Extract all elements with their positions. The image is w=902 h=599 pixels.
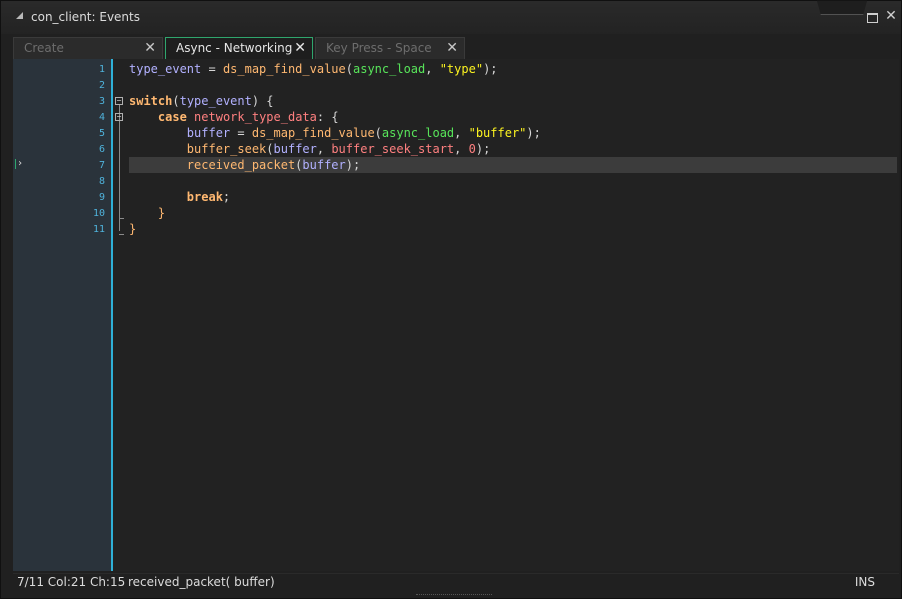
line-number: 2 (98, 80, 105, 91)
line-number: 9 (98, 192, 105, 203)
token: ); (475, 142, 491, 156)
line-number: 7 (98, 160, 105, 171)
token: "buffer" (468, 126, 527, 140)
tab-key-press-space[interactable]: Key Press - Space ✕ (315, 37, 465, 59)
tab-close-icon[interactable]: ✕ (446, 40, 458, 56)
token: type_event (129, 62, 202, 76)
fold-end-marker (119, 234, 124, 235)
token: ( (266, 142, 274, 156)
tab-create[interactable]: Create ✕ (13, 37, 163, 59)
function-signature: received_packet( buffer) (128, 575, 275, 589)
resize-grip[interactable] (416, 594, 492, 599)
code-line-10: } (129, 205, 897, 221)
token: , (454, 142, 469, 156)
token: } (157, 206, 166, 220)
token: type_event (179, 94, 252, 108)
code-line-1: type_event = ds_map_find_value(async_loa… (129, 61, 897, 77)
token: , (425, 62, 440, 76)
events-window: con_client: Events ✕ Create ✕ Async - Ne… (0, 0, 902, 599)
tab-label: Async - Networking (176, 41, 293, 55)
line-number: 11 (92, 224, 105, 235)
token: buffer_seek_start (331, 142, 455, 156)
fold-guide (119, 105, 120, 231)
line-number: 10 (92, 208, 105, 219)
token: ); (345, 158, 361, 172)
code-editor[interactable]: 1 2 3 4 5 6 7 8 9 10 11 › − − type_event… (13, 59, 899, 571)
code-line-7-current: received_packet(buffer); (129, 157, 897, 173)
tab-close-icon[interactable]: ✕ (144, 40, 156, 56)
token: ) { (251, 94, 274, 108)
fold-toggle-icon[interactable]: − (115, 113, 123, 121)
token: network_type_data (194, 110, 317, 124)
token: break (186, 190, 223, 204)
status-bar: 7/11 Col:21 Ch:15 received_packet( buffe… (13, 573, 899, 592)
token: ds_map_find_value (251, 126, 375, 140)
fold-end-marker (119, 218, 124, 219)
token: "type" (439, 62, 484, 76)
token: ( (345, 62, 353, 76)
code-area[interactable]: type_event = ds_map_find_value(async_loa… (129, 59, 899, 571)
maximize-icon[interactable] (867, 13, 878, 23)
close-icon[interactable]: ✕ (885, 9, 897, 23)
token: ds_map_find_value (222, 62, 346, 76)
code-line-11: } (129, 221, 897, 237)
line-number-gutter: 1 2 3 4 5 6 7 8 9 10 11 › (13, 59, 113, 571)
code-line-9: break; (129, 189, 897, 205)
token: } (129, 222, 137, 236)
token: ; (222, 190, 231, 204)
token: received_packet (186, 158, 296, 172)
line-number: 8 (98, 176, 105, 187)
code-line-6: buffer_seek(buffer, buffer_seek_start, 0… (129, 141, 897, 157)
token: ( (172, 94, 180, 108)
fold-toggle-icon[interactable]: − (115, 97, 123, 105)
current-line-arrow-icon: › (15, 158, 24, 169)
insert-mode[interactable]: INS (855, 575, 875, 589)
token: ); (483, 62, 498, 76)
code-line-5: buffer = ds_map_find_value(async_load, "… (129, 125, 897, 141)
title-decoration (816, 0, 868, 15)
token: buffer (302, 158, 346, 172)
cursor-position: 7/11 Col:21 Ch:15 (17, 575, 126, 589)
line-number: 5 (98, 128, 105, 139)
token: switch (129, 94, 173, 108)
line-number: 6 (98, 144, 105, 155)
token: = (230, 126, 252, 140)
token: buffer (186, 126, 231, 140)
line-number: 3 (98, 96, 105, 107)
collapse-arrow-icon[interactable] (16, 12, 23, 19)
code-line-4: case network_type_data: { (129, 109, 897, 125)
token: , (454, 126, 469, 140)
token: , (316, 142, 332, 156)
tab-close-icon[interactable]: ✕ (294, 40, 306, 56)
token: buffer (273, 142, 317, 156)
token: ( (374, 126, 382, 140)
token: 0 (468, 142, 476, 156)
line-number: 1 (98, 64, 105, 75)
line-number: 4 (98, 112, 105, 123)
token: = (201, 62, 223, 76)
tab-label: Key Press - Space (326, 41, 432, 55)
tab-async-networking[interactable]: Async - Networking ✕ (165, 37, 313, 59)
token: : { (316, 110, 339, 124)
window-title: con_client: Events (31, 10, 140, 24)
token: ); (526, 126, 541, 140)
code-line-3: switch(type_event) { (129, 93, 897, 109)
token: case (157, 110, 187, 124)
event-tabs: Create ✕ Async - Networking ✕ Key Press … (13, 37, 899, 59)
tab-label: Create (24, 41, 64, 55)
token: async_load (353, 62, 426, 76)
token: async_load (381, 126, 455, 140)
token: buffer_seek (186, 142, 267, 156)
title-bar[interactable]: con_client: Events ✕ (1, 0, 901, 34)
